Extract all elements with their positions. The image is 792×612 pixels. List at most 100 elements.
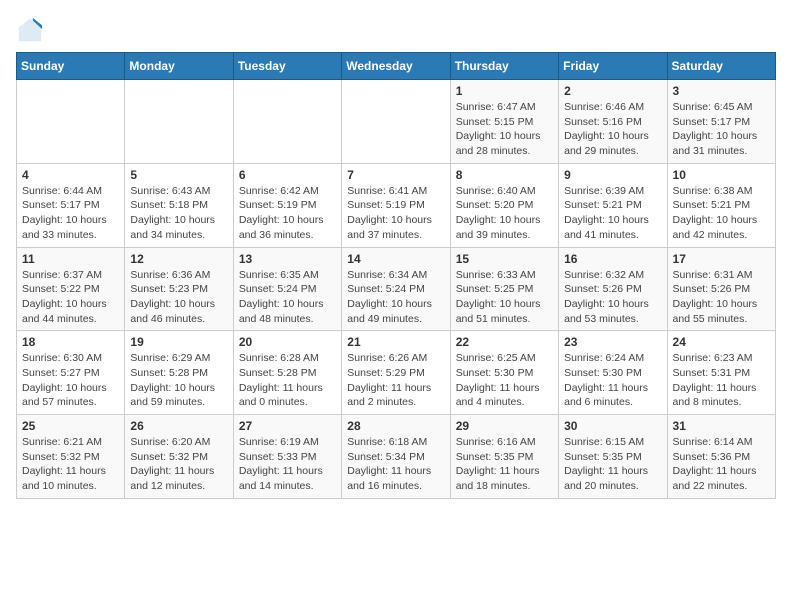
day-cell: 28 Sunrise: 6:18 AM Sunset: 5:34 PM Dayli…	[342, 415, 450, 499]
header-row: SundayMondayTuesdayWednesdayThursdayFrid…	[17, 53, 776, 80]
day-info: Sunrise: 6:45 AM Sunset: 5:17 PM Dayligh…	[673, 100, 770, 159]
day-cell: 21 Sunrise: 6:26 AM Sunset: 5:29 PM Dayli…	[342, 331, 450, 415]
day-info: Sunrise: 6:32 AM Sunset: 5:26 PM Dayligh…	[564, 268, 661, 327]
day-cell: 22 Sunrise: 6:25 AM Sunset: 5:30 PM Dayli…	[450, 331, 558, 415]
day-number: 17	[673, 252, 770, 266]
day-cell: 25 Sunrise: 6:21 AM Sunset: 5:32 PM Dayli…	[17, 415, 125, 499]
day-number: 20	[239, 335, 336, 349]
day-number: 24	[673, 335, 770, 349]
day-cell: 19 Sunrise: 6:29 AM Sunset: 5:28 PM Dayli…	[125, 331, 233, 415]
header-cell-thursday: Thursday	[450, 53, 558, 80]
day-cell: 23 Sunrise: 6:24 AM Sunset: 5:30 PM Dayli…	[559, 331, 667, 415]
logo-icon	[16, 16, 44, 44]
header-cell-tuesday: Tuesday	[233, 53, 341, 80]
day-number: 30	[564, 419, 661, 433]
day-number: 27	[239, 419, 336, 433]
header-cell-sunday: Sunday	[17, 53, 125, 80]
day-info: Sunrise: 6:26 AM Sunset: 5:29 PM Dayligh…	[347, 351, 444, 410]
day-cell	[342, 80, 450, 164]
day-cell: 3 Sunrise: 6:45 AM Sunset: 5:17 PM Daylig…	[667, 80, 775, 164]
day-info: Sunrise: 6:15 AM Sunset: 5:35 PM Dayligh…	[564, 435, 661, 494]
day-number: 26	[130, 419, 227, 433]
day-cell: 27Sunrise: 6:19 AM Sunset: 5:33 PM Dayli…	[233, 415, 341, 499]
day-number: 23	[564, 335, 661, 349]
day-number: 12	[130, 252, 227, 266]
day-info: Sunrise: 6:21 AM Sunset: 5:32 PM Dayligh…	[22, 435, 119, 494]
day-info: Sunrise: 6:39 AM Sunset: 5:21 PM Dayligh…	[564, 184, 661, 243]
day-info: Sunrise: 6:37 AM Sunset: 5:22 PM Dayligh…	[22, 268, 119, 327]
day-cell: 16 Sunrise: 6:32 AM Sunset: 5:26 PM Dayli…	[559, 247, 667, 331]
day-number: 13	[239, 252, 336, 266]
day-info: Sunrise: 6:29 AM Sunset: 5:28 PM Dayligh…	[130, 351, 227, 410]
day-info: Sunrise: 6:25 AM Sunset: 5:30 PM Dayligh…	[456, 351, 553, 410]
day-cell: 20 Sunrise: 6:28 AM Sunset: 5:28 PM Dayli…	[233, 331, 341, 415]
calendar: SundayMondayTuesdayWednesdayThursdayFrid…	[16, 52, 776, 499]
week-row-2: 11 Sunrise: 6:37 AM Sunset: 5:22 PM Dayli…	[17, 247, 776, 331]
day-number: 18	[22, 335, 119, 349]
day-number: 8	[456, 168, 553, 182]
day-info: Sunrise: 6:18 AM Sunset: 5:34 PM Dayligh…	[347, 435, 444, 494]
day-info: Sunrise: 6:44 AM Sunset: 5:17 PM Dayligh…	[22, 184, 119, 243]
logo	[16, 16, 48, 44]
day-info: Sunrise: 6:34 AM Sunset: 5:24 PM Dayligh…	[347, 268, 444, 327]
day-cell: 1Sunrise: 6:47 AM Sunset: 5:15 PM Daylig…	[450, 80, 558, 164]
header-cell-monday: Monday	[125, 53, 233, 80]
day-number: 31	[673, 419, 770, 433]
day-number: 6	[239, 168, 336, 182]
day-cell	[233, 80, 341, 164]
day-number: 9	[564, 168, 661, 182]
calendar-header: SundayMondayTuesdayWednesdayThursdayFrid…	[17, 53, 776, 80]
day-number: 19	[130, 335, 227, 349]
day-number: 29	[456, 419, 553, 433]
day-cell: 5 Sunrise: 6:43 AM Sunset: 5:18 PM Daylig…	[125, 163, 233, 247]
week-row-1: 4 Sunrise: 6:44 AM Sunset: 5:17 PM Daylig…	[17, 163, 776, 247]
header-cell-saturday: Saturday	[667, 53, 775, 80]
day-cell: 12 Sunrise: 6:36 AM Sunset: 5:23 PM Dayli…	[125, 247, 233, 331]
day-number: 11	[22, 252, 119, 266]
day-number: 7	[347, 168, 444, 182]
day-cell: 15Sunrise: 6:33 AM Sunset: 5:25 PM Dayli…	[450, 247, 558, 331]
day-info: Sunrise: 6:43 AM Sunset: 5:18 PM Dayligh…	[130, 184, 227, 243]
day-number: 15	[456, 252, 553, 266]
day-number: 22	[456, 335, 553, 349]
day-info: Sunrise: 6:16 AM Sunset: 5:35 PM Dayligh…	[456, 435, 553, 494]
day-number: 5	[130, 168, 227, 182]
day-number: 4	[22, 168, 119, 182]
day-cell: 17 Sunrise: 6:31 AM Sunset: 5:26 PM Dayli…	[667, 247, 775, 331]
day-number: 25	[22, 419, 119, 433]
day-cell: 14Sunrise: 6:34 AM Sunset: 5:24 PM Dayli…	[342, 247, 450, 331]
day-info: Sunrise: 6:20 AM Sunset: 5:32 PM Dayligh…	[130, 435, 227, 494]
day-cell: 2Sunrise: 6:46 AM Sunset: 5:16 PM Daylig…	[559, 80, 667, 164]
day-cell: 24 Sunrise: 6:23 AM Sunset: 5:31 PM Dayli…	[667, 331, 775, 415]
day-info: Sunrise: 6:31 AM Sunset: 5:26 PM Dayligh…	[673, 268, 770, 327]
day-info: Sunrise: 6:28 AM Sunset: 5:28 PM Dayligh…	[239, 351, 336, 410]
day-info: Sunrise: 6:23 AM Sunset: 5:31 PM Dayligh…	[673, 351, 770, 410]
week-row-4: 25 Sunrise: 6:21 AM Sunset: 5:32 PM Dayli…	[17, 415, 776, 499]
day-number: 10	[673, 168, 770, 182]
day-info: Sunrise: 6:35 AM Sunset: 5:24 PM Dayligh…	[239, 268, 336, 327]
day-info: Sunrise: 6:38 AM Sunset: 5:21 PM Dayligh…	[673, 184, 770, 243]
day-cell: 6 Sunrise: 6:42 AM Sunset: 5:19 PM Daylig…	[233, 163, 341, 247]
day-number: 3	[673, 84, 770, 98]
day-cell: 31 Sunrise: 6:14 AM Sunset: 5:36 PM Dayli…	[667, 415, 775, 499]
day-number: 16	[564, 252, 661, 266]
day-number: 21	[347, 335, 444, 349]
day-cell: 26 Sunrise: 6:20 AM Sunset: 5:32 PM Dayli…	[125, 415, 233, 499]
day-cell	[125, 80, 233, 164]
header-cell-wednesday: Wednesday	[342, 53, 450, 80]
day-info: Sunrise: 6:41 AM Sunset: 5:19 PM Dayligh…	[347, 184, 444, 243]
page-header	[16, 16, 776, 44]
day-info: Sunrise: 6:36 AM Sunset: 5:23 PM Dayligh…	[130, 268, 227, 327]
day-info: Sunrise: 6:24 AM Sunset: 5:30 PM Dayligh…	[564, 351, 661, 410]
day-cell: 7 Sunrise: 6:41 AM Sunset: 5:19 PM Daylig…	[342, 163, 450, 247]
day-cell	[17, 80, 125, 164]
header-cell-friday: Friday	[559, 53, 667, 80]
day-info: Sunrise: 6:42 AM Sunset: 5:19 PM Dayligh…	[239, 184, 336, 243]
day-info: Sunrise: 6:14 AM Sunset: 5:36 PM Dayligh…	[673, 435, 770, 494]
day-cell: 8 Sunrise: 6:40 AM Sunset: 5:20 PM Daylig…	[450, 163, 558, 247]
day-number: 1	[456, 84, 553, 98]
day-info: Sunrise: 6:46 AM Sunset: 5:16 PM Dayligh…	[564, 100, 661, 159]
day-info: Sunrise: 6:40 AM Sunset: 5:20 PM Dayligh…	[456, 184, 553, 243]
day-number: 28	[347, 419, 444, 433]
calendar-body: 1Sunrise: 6:47 AM Sunset: 5:15 PM Daylig…	[17, 80, 776, 499]
